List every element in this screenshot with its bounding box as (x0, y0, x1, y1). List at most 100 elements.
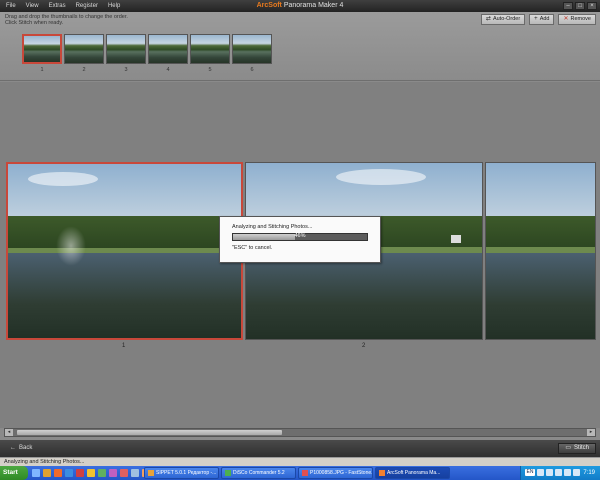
tray-icon[interactable] (546, 469, 553, 476)
maximize-button[interactable]: □ (575, 2, 585, 10)
cancel-hint: "ESC" to cancel. (232, 245, 273, 251)
task-sippet[interactable]: SIPPET 5.0.1 Редактор -... (144, 467, 219, 479)
thumbnail-5[interactable] (190, 34, 230, 64)
stitch-icon: ▭ (565, 445, 571, 451)
thumbnail-1[interactable] (22, 34, 62, 64)
app-title-rest: Panorama Maker 4 (281, 2, 344, 9)
progress-text: 46% (294, 233, 306, 239)
app-brand: ArcSoft (256, 2, 282, 9)
tray-icon[interactable] (537, 469, 544, 476)
app-icon (379, 470, 385, 476)
thumbnail-panel: Drag and drop the thumbnails to change t… (0, 12, 600, 81)
auto-order-icon: ⇄ (485, 16, 491, 22)
thumbnail-4[interactable] (148, 34, 188, 64)
app-icon[interactable] (87, 469, 95, 477)
maximize-icon: □ (578, 3, 582, 9)
app-title: ArcSoft Panorama Maker 4 (0, 0, 600, 12)
minimize-button[interactable]: – (563, 2, 573, 10)
thumbnail-number: 6 (250, 67, 254, 73)
arrow-left-icon: ← (10, 445, 16, 451)
app-icon (302, 470, 308, 476)
app-icon[interactable] (109, 469, 117, 477)
start-button[interactable]: Start (0, 466, 28, 480)
auto-order-button[interactable]: ⇄ Auto-Order (480, 14, 526, 25)
thumbnail-3[interactable] (106, 34, 146, 64)
remove-icon: ✕ (563, 16, 569, 22)
task-faststone[interactable]: P1000858.JPG - FastStone... (298, 467, 373, 479)
thumbnail-toolbar: ⇄ Auto-Order + Add ✕ Remove (480, 14, 596, 25)
progress-dialog: Analyzing and Stitching Photos... 46% "E… (219, 216, 381, 263)
tray-icon[interactable] (573, 469, 580, 476)
task-label: SIPPET 5.0.1 Редактор -... (156, 470, 217, 476)
media-icon[interactable] (76, 469, 84, 477)
task-label: DiSCo Commander 5.2 (233, 470, 285, 476)
language-indicator[interactable]: EN (525, 469, 535, 476)
scrollbar-thumb[interactable] (17, 430, 282, 435)
task-list: SIPPET 5.0.1 Редактор -... DiSCo Command… (144, 467, 450, 479)
photo-number-2: 2 (362, 343, 366, 349)
close-icon: × (590, 3, 594, 9)
folder-icon[interactable] (43, 469, 51, 477)
fountain-spray (56, 226, 86, 266)
volume-icon[interactable] (564, 469, 571, 476)
thumbnail-number: 3 (124, 67, 128, 73)
thumbnail-number: 5 (208, 67, 212, 73)
add-label: Add (539, 16, 550, 22)
task-panorama-maker[interactable]: ArcSoft Panorama Ma... (375, 467, 450, 479)
desktop-icon[interactable] (32, 469, 40, 477)
thumbnail-number: 1 (40, 67, 44, 73)
app-icon (225, 470, 231, 476)
arrow-left-icon: ◂ (7, 429, 11, 435)
app-icon[interactable] (131, 469, 139, 477)
stitch-button[interactable]: ▭ Stitch (558, 443, 596, 454)
system-tray: EN 7:19 (520, 466, 600, 480)
quick-launch (32, 469, 150, 477)
back-label: Back (19, 445, 33, 451)
thumbnail-numbers: 1 2 3 4 5 6 (22, 67, 272, 73)
ie-icon[interactable] (65, 469, 73, 477)
boat (451, 235, 461, 243)
app-icon[interactable] (120, 469, 128, 477)
task-label: P1000858.JPG - FastStone... (310, 470, 373, 476)
app-icon (148, 470, 154, 476)
clock: 7:19 (583, 470, 595, 476)
remove-button[interactable]: ✕ Remove (558, 14, 596, 25)
stitch-label: Stitch (573, 445, 589, 451)
scroll-left-button[interactable]: ◂ (5, 429, 13, 436)
scroll-right-button[interactable]: ▸ (587, 429, 595, 436)
dialog-title: Analyzing and Stitching Photos... (232, 224, 313, 230)
tray-icons: EN (525, 469, 580, 476)
auto-order-label: Auto-Order (492, 16, 521, 22)
add-icon: + (534, 16, 538, 22)
thumbnail-6[interactable] (232, 34, 272, 64)
thumbnail-2[interactable] (64, 34, 104, 64)
window-controls: – □ × (563, 2, 597, 10)
task-label: ArcSoft Panorama Ma... (387, 470, 441, 476)
start-label: Start (3, 469, 18, 476)
photo-1[interactable] (6, 162, 243, 340)
thumbnail-number: 4 (166, 67, 170, 73)
thumbnail-number: 2 (82, 67, 86, 73)
task-disco-commander[interactable]: DiSCo Commander 5.2 (221, 467, 296, 479)
thumbnail-strip (22, 34, 272, 64)
photo-number-1: 1 (122, 343, 126, 349)
app-icon[interactable] (98, 469, 106, 477)
arrow-right-icon: ▸ (589, 429, 593, 435)
bottom-bar: ← Back ▭ Stitch (0, 440, 600, 457)
horizontal-scrollbar[interactable]: ◂ ▸ (4, 428, 596, 437)
minimize-icon: – (566, 3, 570, 9)
remove-label: Remove (570, 16, 591, 22)
photo-3[interactable] (485, 162, 596, 340)
close-button[interactable]: × (587, 2, 597, 10)
taskbar: Start SIPPET 5.0.1 Редактор -... DiSCo C… (0, 466, 600, 480)
instruction-line-2: Click Stitch when ready. (5, 20, 64, 26)
firefox-icon[interactable] (54, 469, 62, 477)
progress-bar: 46% (232, 233, 368, 241)
instructions: Drag and drop the thumbnails to change t… (5, 14, 128, 26)
status-bar: Analyzing and Stitching Photos... (0, 457, 600, 466)
add-button[interactable]: + Add (529, 14, 555, 25)
app-window: File View Extras Register Help ArcSoft P… (0, 0, 600, 466)
title-bar: File View Extras Register Help ArcSoft P… (0, 0, 600, 12)
back-button[interactable]: ← Back (6, 443, 36, 454)
tray-icon[interactable] (555, 469, 562, 476)
